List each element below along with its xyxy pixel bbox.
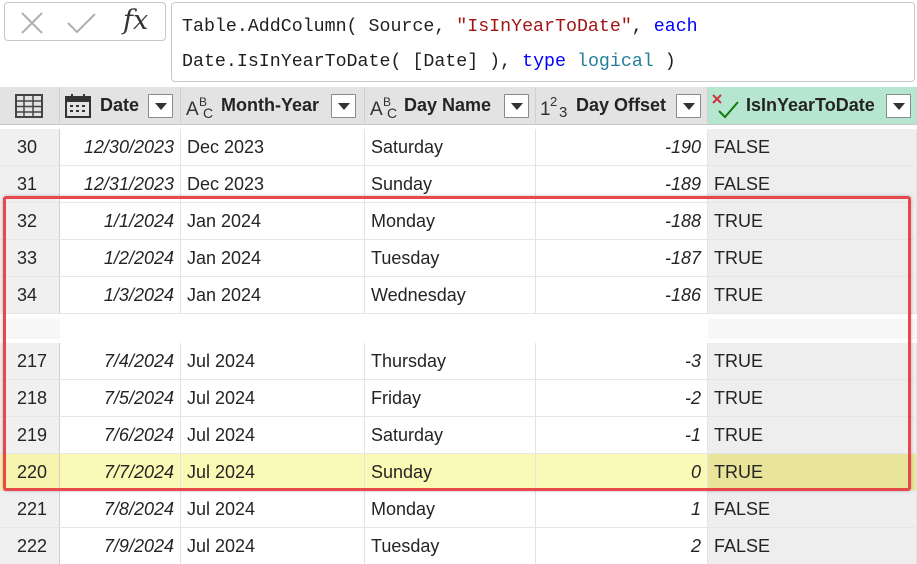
- formula-bar: fx Table.AddColumn( Source, "IsInYearToD…: [0, 0, 917, 87]
- formula-string: "IsInYearToDate": [456, 17, 632, 37]
- filter-dropdown-button[interactable]: [676, 94, 701, 118]
- cell-day-name[interactable]: Saturday: [365, 129, 536, 165]
- svg-text:2: 2: [550, 94, 557, 109]
- table-row[interactable]: 222 7/9/2024 Jul 2024 Tuesday 2 FALSE: [0, 528, 917, 564]
- table-row[interactable]: 30 12/30/2023 Dec 2023 Saturday -190 FAL…: [0, 129, 917, 166]
- logical-type-icon: [712, 94, 739, 119]
- column-header-label: Day Offset: [576, 95, 667, 115]
- table-menu-header[interactable]: [0, 87, 60, 125]
- cell-day-offset[interactable]: 1: [536, 491, 708, 527]
- cell-date[interactable]: 7/9/2024: [60, 528, 181, 564]
- table-row[interactable]: 221 7/8/2024 Jul 2024 Monday 1 FALSE: [0, 491, 917, 528]
- number-type-icon: 1 2 3: [540, 94, 567, 119]
- table-icon[interactable]: [14, 93, 44, 119]
- cell-day-name[interactable]: Tuesday: [365, 528, 536, 564]
- column-header-day-offset[interactable]: 1 2 3 Day Offset: [536, 87, 708, 125]
- filter-dropdown-button[interactable]: [331, 94, 356, 118]
- svg-text:C: C: [387, 105, 397, 119]
- row-number: 222: [0, 528, 60, 564]
- text-type-icon: A B C: [186, 95, 213, 119]
- formula-keyword: type: [522, 52, 566, 72]
- commit-check-icon[interactable]: [65, 12, 97, 34]
- annotation-highlight-box: [3, 196, 911, 491]
- column-header-day-name[interactable]: A B C Day Name: [365, 87, 536, 125]
- calendar-icon: [65, 94, 91, 118]
- svg-text:1: 1: [540, 99, 551, 119]
- svg-text:A: A: [370, 99, 383, 119]
- cell-day-offset[interactable]: 2: [536, 528, 708, 564]
- formula-buttons: fx: [4, 2, 166, 41]
- column-header-label: IsInYearToDate: [746, 95, 875, 115]
- column-header-label: Month-Year: [221, 95, 320, 115]
- formula-type: logical: [576, 52, 654, 72]
- fx-icon[interactable]: fx: [123, 5, 148, 36]
- column-header-label: Day Name: [404, 95, 492, 115]
- filter-dropdown-button[interactable]: [504, 94, 529, 118]
- column-header-label: Date: [100, 95, 140, 115]
- text-type-icon: A B C: [370, 95, 397, 119]
- cell-isinyeartodate[interactable]: FALSE: [708, 528, 917, 564]
- svg-text:C: C: [203, 105, 213, 119]
- formula-text: ,: [631, 17, 654, 37]
- formula-text: [566, 52, 577, 72]
- row-number: 30: [0, 129, 60, 165]
- formula-input[interactable]: Table.AddColumn( Source, "IsInYearToDate…: [171, 2, 915, 82]
- cell-month-year[interactable]: Jul 2024: [181, 528, 365, 564]
- cell-month-year[interactable]: Jul 2024: [181, 491, 365, 527]
- column-header-isinyeartodate[interactable]: IsInYearToDate: [708, 87, 917, 125]
- cell-isinyeartodate[interactable]: FALSE: [708, 129, 917, 165]
- formula-keyword: each: [653, 17, 698, 37]
- cancel-icon[interactable]: [19, 12, 45, 34]
- svg-text:3: 3: [559, 104, 567, 119]
- formula-text: ): [653, 52, 676, 72]
- filter-dropdown-button[interactable]: [886, 94, 911, 118]
- data-grid: Date A B C Month-Year A B C Day Name 1 2…: [0, 87, 917, 564]
- cell-day-name[interactable]: Monday: [365, 491, 536, 527]
- cell-month-year[interactable]: Dec 2023: [181, 129, 365, 165]
- cell-isinyeartodate[interactable]: FALSE: [708, 491, 917, 527]
- formula-text: Table.AddColumn( Source,: [182, 17, 457, 37]
- cell-date[interactable]: 7/8/2024: [60, 491, 181, 527]
- formula-text: Date.IsInYearToDate( [Date] ),: [182, 52, 523, 72]
- row-number: 221: [0, 491, 60, 527]
- column-header-month-year[interactable]: A B C Month-Year: [181, 87, 365, 125]
- cell-date[interactable]: 12/30/2023: [60, 129, 181, 165]
- filter-dropdown-button[interactable]: [148, 94, 173, 118]
- column-header-date[interactable]: Date: [60, 87, 181, 125]
- cell-day-offset[interactable]: -190: [536, 129, 708, 165]
- svg-text:A: A: [186, 99, 199, 119]
